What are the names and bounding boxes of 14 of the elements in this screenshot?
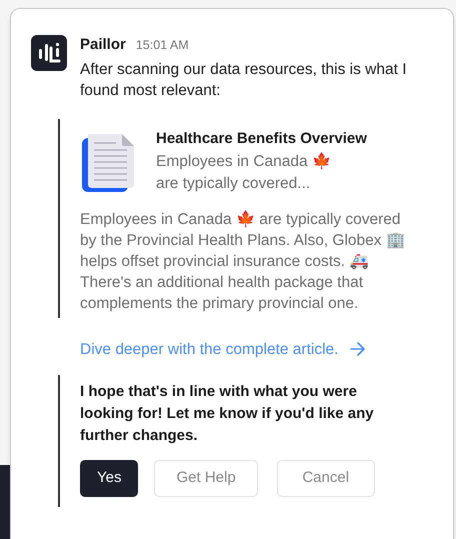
confirm-button[interactable]: Yes <box>80 460 138 497</box>
timestamp: 15:01 AM <box>136 37 189 54</box>
article-title: Healthcare Benefits Overview <box>156 128 367 148</box>
message-text: After scanning our data resources, this is what I found most relevant: <box>80 60 408 100</box>
sender-name: Paillor <box>80 35 126 55</box>
article-snippet: Employees in Canada 🍁 are typically covered... <box>156 151 332 194</box>
option-button[interactable]: Get Help <box>154 460 258 497</box>
logo-icon <box>31 35 67 71</box>
article-summary: Employees in Canada 🍁 are typically covered by the Provincial Health Plans. Also, Globex 🏢 helps offset provincial insurance costs. 🚑 There's an additional health package that complements the primary provincial one. <box>80 209 405 314</box>
article-link[interactable]: Dive deeper with the complete article. <box>80 338 338 361</box>
arrow-right-icon[interactable] <box>350 342 366 356</box>
document-icon <box>82 134 136 192</box>
option-button[interactable]: Cancel <box>276 460 375 497</box>
followup-message: I hope that's in line with what you were looking for! Let me know if you'd like any further changes. <box>80 382 375 446</box>
